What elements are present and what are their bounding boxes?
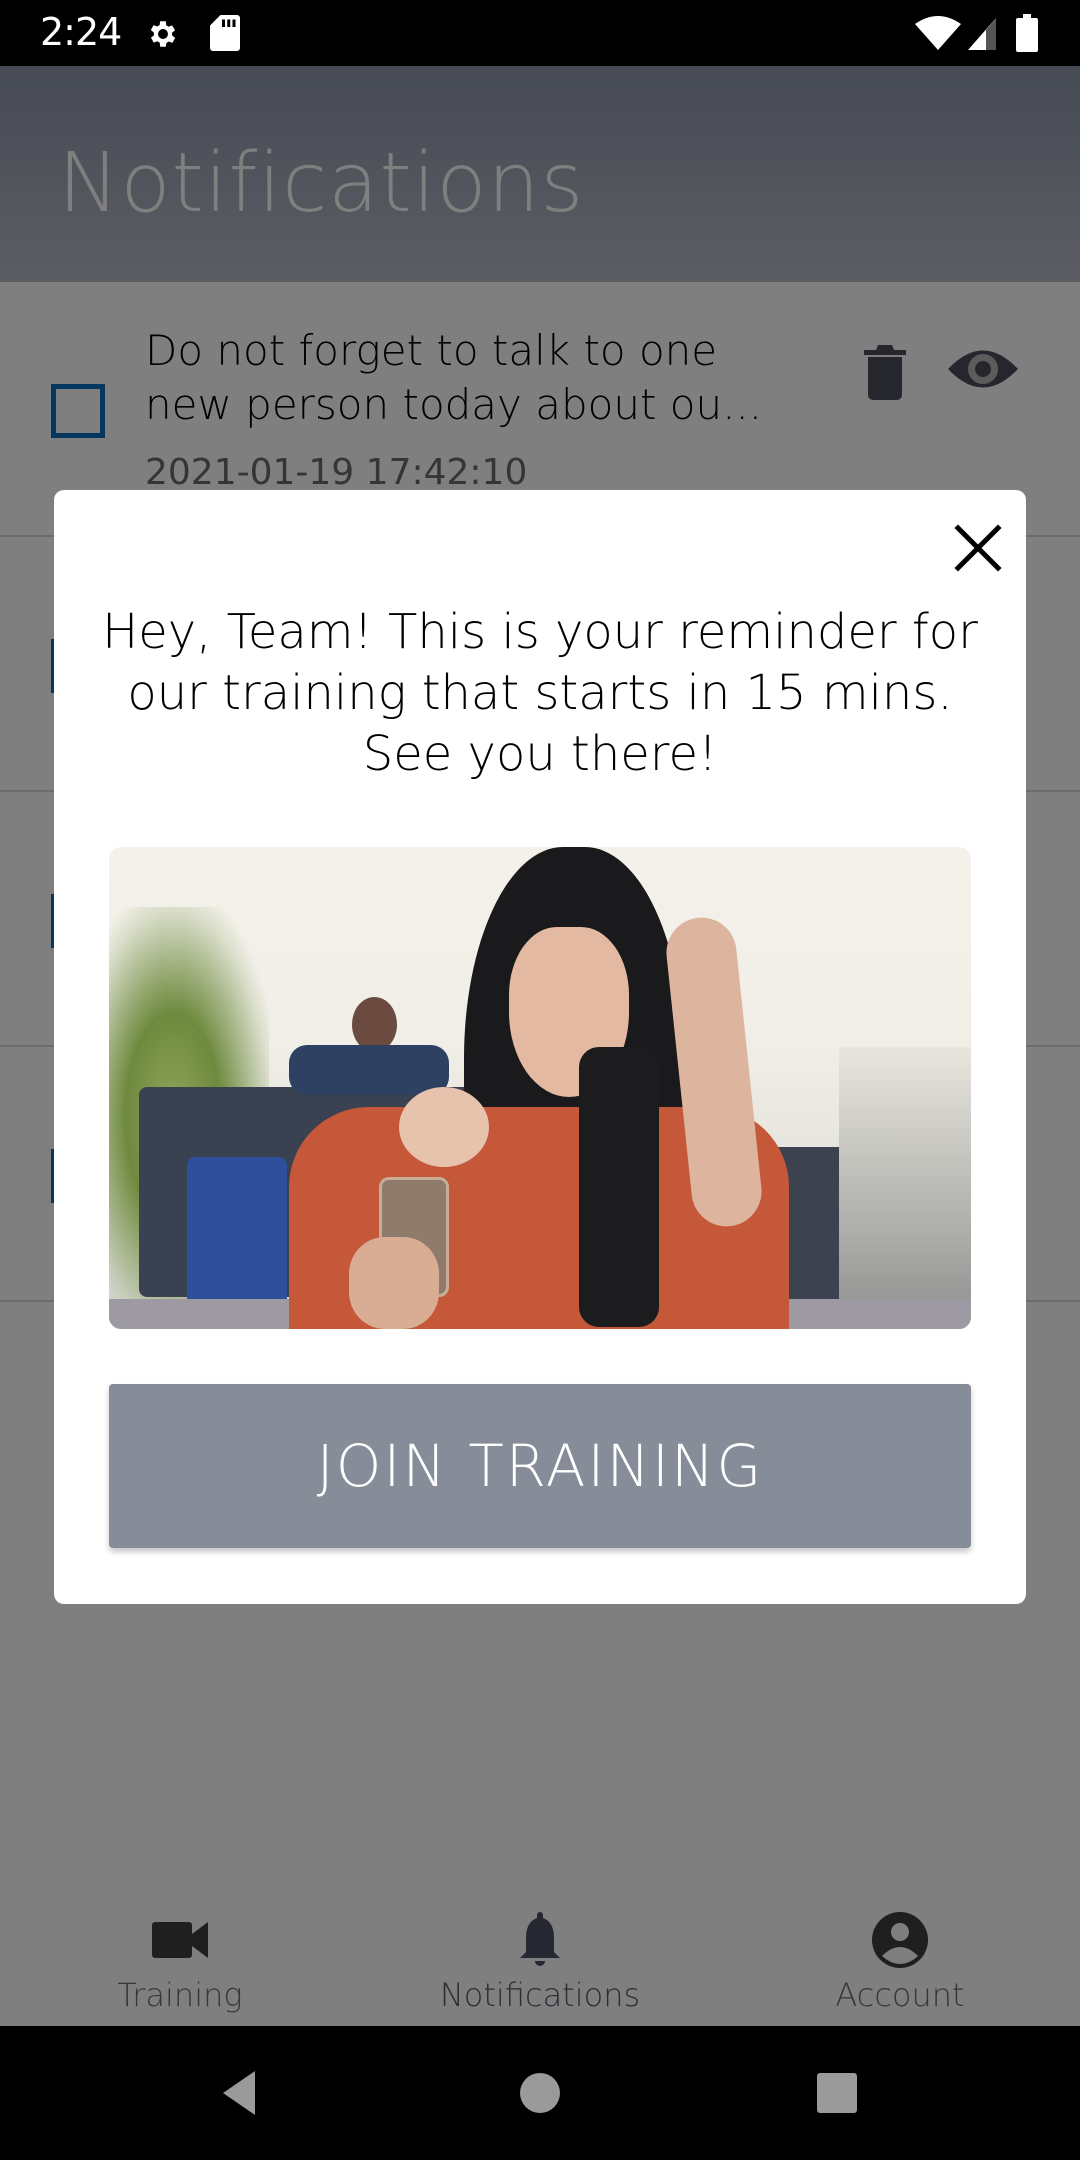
status-time: 2:24 — [40, 10, 122, 54]
photo-blue-chair — [187, 1157, 287, 1307]
wifi-icon — [915, 16, 961, 50]
photo-bg-person-head — [352, 997, 397, 1052]
gear-icon — [150, 21, 176, 47]
home-icon[interactable] — [515, 2068, 565, 2118]
close-icon[interactable] — [950, 520, 1006, 576]
photo-hand — [349, 1237, 439, 1329]
battery-icon — [1016, 14, 1038, 52]
dialog-image — [109, 847, 971, 1329]
photo-shoulder — [399, 1087, 489, 1167]
dialog-message: Hey, Team! This is your reminder for our… — [102, 604, 978, 782]
join-training-button[interactable]: JOIN TRAINING — [109, 1384, 971, 1548]
photo-bg-person-body — [289, 1045, 449, 1095]
status-bar: 2:24 — [0, 0, 1080, 66]
photo-hair-strands — [579, 1047, 659, 1327]
signal-icon — [968, 18, 996, 50]
system-navigation-bar — [0, 2026, 1080, 2160]
photo-bg-right — [839, 1047, 971, 1329]
training-reminder-dialog: Hey, Team! This is your reminder for our… — [54, 490, 1026, 1604]
sd-card-icon — [210, 15, 240, 51]
back-icon[interactable] — [215, 2068, 265, 2118]
recents-icon[interactable] — [812, 2068, 862, 2118]
